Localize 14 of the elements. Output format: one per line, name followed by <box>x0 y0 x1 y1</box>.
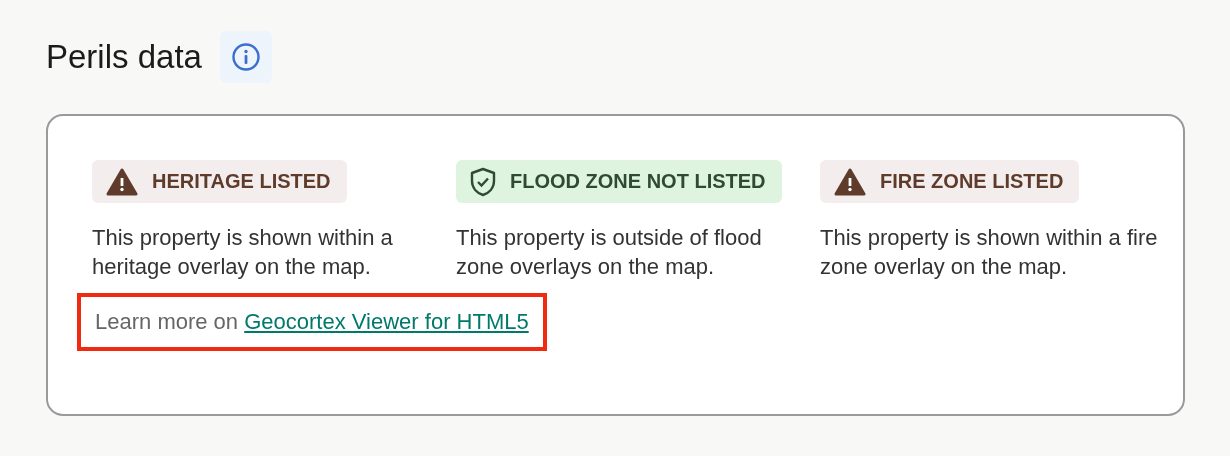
badge-label: FLOOD ZONE NOT LISTED <box>510 170 766 193</box>
badge-label: HERITAGE LISTED <box>152 170 331 193</box>
warning-icon <box>106 167 138 196</box>
learn-more-text: Learn more on <box>95 309 239 334</box>
viewer-link[interactable]: Geocortex Viewer for HTML5 <box>244 309 529 334</box>
badge-label: FIRE ZONE LISTED <box>880 170 1064 193</box>
shield-check-icon <box>470 166 496 197</box>
info-icon <box>230 42 261 72</box>
warning-icon <box>834 167 866 196</box>
peril-description: This property is shown within a heritage overlay on the map. <box>92 224 394 281</box>
page-title: Perils data <box>46 38 202 76</box>
peril-description: This property is shown within a fire zone overlay on the map. <box>820 224 1159 281</box>
info-button[interactable] <box>219 31 272 83</box>
peril-description: This property is outside of flood zone overlays on the map. <box>456 224 763 281</box>
